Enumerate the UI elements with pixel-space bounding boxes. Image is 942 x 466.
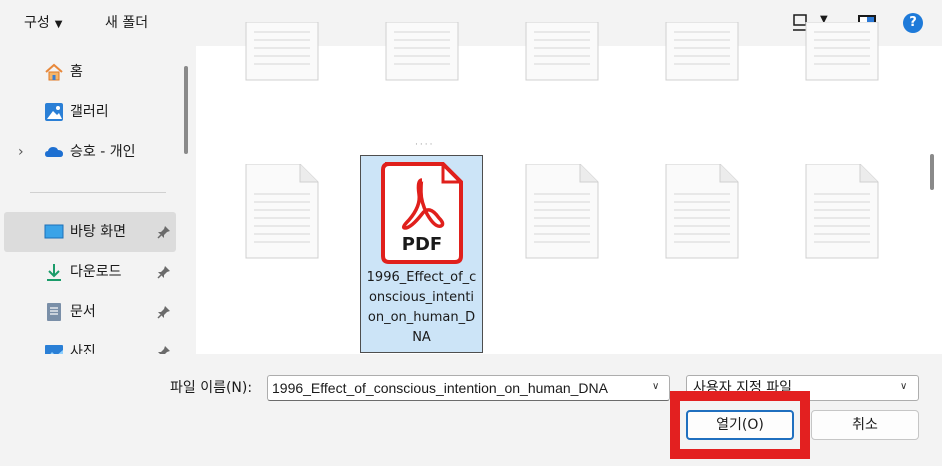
new-folder-button[interactable]: 새 폴더 xyxy=(105,12,148,34)
file-item[interactable] xyxy=(244,164,320,260)
file-item[interactable] xyxy=(664,22,740,82)
selected-pdf-file-item[interactable]: PDF 1996_Effect_of_conscious_intention_o… xyxy=(360,155,483,353)
text-file-icon xyxy=(665,22,739,81)
file-name-label-text: 파일 이름(N): xyxy=(170,380,253,396)
pin-icon[interactable] xyxy=(156,224,172,240)
open-button[interactable]: 열기(O) xyxy=(686,410,794,440)
nav-label: 문서 xyxy=(70,304,96,320)
chevron-down-icon: ▼ xyxy=(54,19,63,30)
organize-label: 구성 xyxy=(24,15,50,31)
pdf-badge-text: PDF xyxy=(402,234,442,255)
file-item[interactable] xyxy=(804,164,880,260)
text-file-icon xyxy=(525,22,599,81)
help-label: ? xyxy=(909,15,917,30)
text-file-icon xyxy=(525,164,599,259)
nav-label: 승호 - 개인 xyxy=(70,144,136,160)
text-file-icon xyxy=(665,164,739,259)
pdf-file-icon: PDF xyxy=(381,162,463,264)
file-item[interactable] xyxy=(524,164,600,260)
nav-label: 홈 xyxy=(70,64,83,80)
file-name-dropdown-chevron-icon[interactable]: ∨ xyxy=(652,381,659,392)
file-item[interactable] xyxy=(524,22,600,82)
navigation-pane: 홈 갤러리 › 승호 - 개인 바탕 화면 다운로드 문서 사진 xyxy=(0,46,196,354)
onedrive-cloud-icon xyxy=(45,147,63,157)
nav-label: 다운로드 xyxy=(70,264,122,280)
nav-label: 바탕 화면 xyxy=(70,224,126,240)
text-file-icon xyxy=(805,164,879,259)
organize-menu-button[interactable]: 구성 ▼ xyxy=(24,12,62,34)
text-file-icon xyxy=(385,22,459,81)
text-file-icon xyxy=(245,22,319,81)
nav-item-documents[interactable]: 문서 xyxy=(4,292,176,332)
nav-item-gallery[interactable]: 갤러리 xyxy=(4,92,176,132)
command-bar: 구성 ▼ 새 폴더 ▼ ? xyxy=(0,0,942,46)
pictures-icon xyxy=(45,345,63,354)
pin-icon[interactable] xyxy=(156,344,172,354)
file-item[interactable] xyxy=(664,164,740,260)
download-icon xyxy=(47,264,61,281)
file-item[interactable] xyxy=(244,22,320,82)
file-name-input[interactable]: 1996_Effect_of_conscious_intention_on_hu… xyxy=(267,375,670,401)
pin-icon[interactable] xyxy=(156,304,172,320)
nav-item-home[interactable]: 홈 xyxy=(4,52,176,92)
desktop-icon xyxy=(44,224,64,239)
nav-item-onedrive-personal[interactable]: › 승호 - 개인 xyxy=(4,132,176,172)
nav-item-downloads[interactable]: 다운로드 xyxy=(4,252,176,292)
file-item[interactable] xyxy=(804,22,880,82)
cancel-button[interactable]: 취소 xyxy=(811,410,919,440)
gallery-icon xyxy=(45,103,63,121)
nav-item-desktop[interactable]: 바탕 화면 xyxy=(4,212,176,252)
text-file-icon xyxy=(805,22,879,81)
file-type-chevron-down-icon[interactable]: ∨ xyxy=(900,381,907,392)
home-icon xyxy=(45,63,63,81)
content-scrollbar-thumb[interactable] xyxy=(930,154,934,190)
nav-item-pictures[interactable]: 사진 xyxy=(4,332,176,354)
pin-icon[interactable] xyxy=(156,264,172,280)
text-file-icon xyxy=(245,164,319,259)
help-icon[interactable]: ? xyxy=(903,13,923,33)
truncated-label-dots: ···· xyxy=(415,140,435,150)
nav-label: 사진 xyxy=(70,344,96,354)
nav-scrollbar-thumb[interactable] xyxy=(184,66,188,154)
document-icon xyxy=(47,303,61,321)
file-name-label: 1996_Effect_of_conscious_intention_on_hu… xyxy=(366,270,477,345)
nav-label: 갤러리 xyxy=(70,104,109,120)
chevron-right-icon[interactable]: › xyxy=(18,144,24,160)
nav-divider xyxy=(30,192,166,193)
file-item[interactable] xyxy=(384,22,460,82)
